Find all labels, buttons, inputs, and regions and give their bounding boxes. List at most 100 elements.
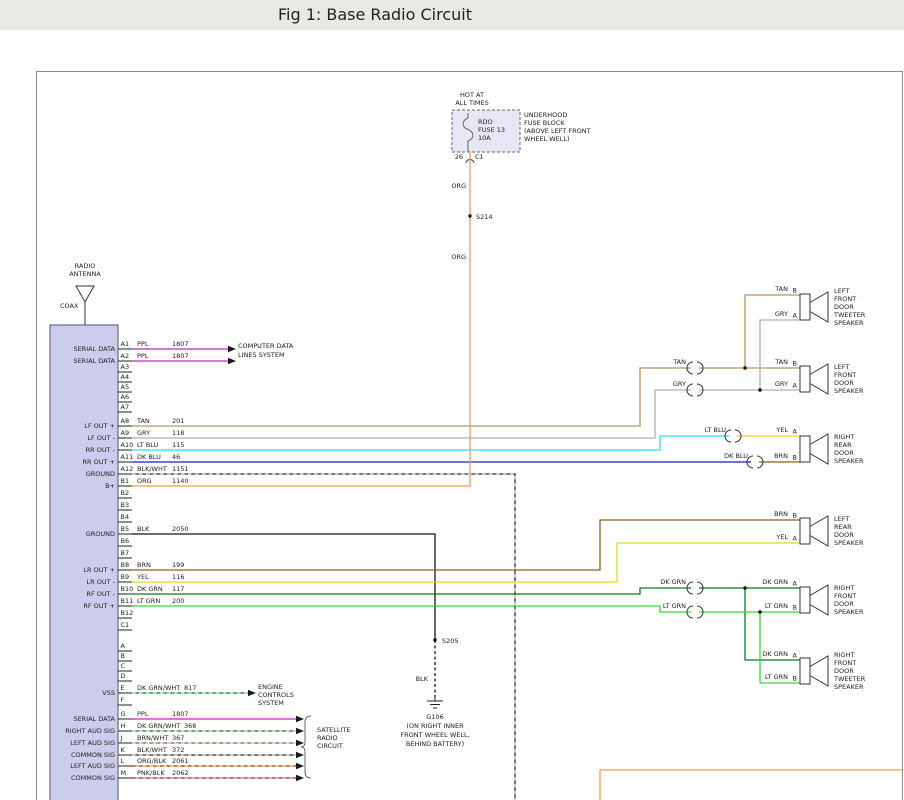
fuse-block-label: FUSE BLOCK bbox=[524, 119, 565, 127]
pin-id: H bbox=[121, 722, 126, 730]
pin-id: A1 bbox=[121, 340, 130, 348]
speaker-name: DOOR bbox=[834, 600, 854, 608]
pin-id: B3 bbox=[121, 501, 130, 509]
pin-id: A6 bbox=[121, 393, 130, 401]
pin-id: B4 bbox=[121, 513, 130, 521]
pin-id: A5 bbox=[121, 383, 130, 391]
wire-color-label: ORG bbox=[451, 182, 466, 190]
pin-function-label: LF OUT + bbox=[84, 422, 115, 430]
wire-color-label: BLK/WHT bbox=[137, 465, 167, 473]
speaker-name: DOOR bbox=[834, 531, 854, 539]
system-label: LINES SYSTEM bbox=[238, 351, 285, 359]
pin-id: B2 bbox=[121, 489, 130, 497]
fuse-label: RDO bbox=[478, 118, 493, 126]
junction-dot bbox=[743, 366, 746, 369]
speaker-name: LEFT bbox=[834, 287, 849, 295]
pin-id: A11 bbox=[121, 453, 134, 461]
system-label: COMPUTER DATA bbox=[238, 342, 294, 350]
ground-location: FRONT WHEEL WELL, bbox=[400, 731, 469, 739]
system-label: CIRCUIT bbox=[317, 742, 343, 750]
junction-dot bbox=[468, 214, 471, 217]
pin-function-label: VSS bbox=[102, 689, 115, 697]
pin-id: A10 bbox=[121, 441, 134, 449]
pin-id: A2 bbox=[121, 352, 130, 360]
wire-color-label: LT GRN bbox=[765, 602, 788, 610]
pin-id: B8 bbox=[121, 561, 130, 569]
pin-function-label: GROUND bbox=[86, 530, 115, 538]
speaker-name: LEFT bbox=[834, 515, 849, 523]
wire-circuit-label: 1807 bbox=[172, 352, 189, 360]
wire-color-label: ORG bbox=[451, 253, 466, 261]
wire-color-label: PPL bbox=[137, 352, 149, 360]
pin-id: B7 bbox=[121, 549, 130, 557]
speaker-name: FRONT bbox=[834, 371, 856, 379]
ground-name: G106 bbox=[426, 713, 443, 721]
pin-id: C1 bbox=[121, 621, 130, 629]
wire-color-label: DK GRN bbox=[762, 650, 788, 658]
pin-id: A12 bbox=[121, 465, 134, 473]
wire-circuit-label: 2050 bbox=[172, 525, 189, 533]
speaker-name: SPEAKER bbox=[834, 608, 864, 616]
speaker-name: FRONT bbox=[834, 295, 856, 303]
wire-color-label: ORG bbox=[137, 477, 152, 485]
speaker-terminal-label: B bbox=[793, 675, 797, 683]
system-label: RADIO bbox=[317, 734, 338, 742]
wire-circuit-label: 201 bbox=[172, 417, 184, 425]
antenna-label: RADIO bbox=[75, 262, 96, 270]
speaker-terminal-label: A bbox=[793, 382, 798, 390]
pin-id: M bbox=[121, 769, 127, 777]
wire-circuit-label: 1151 bbox=[172, 465, 189, 473]
pin-id: B11 bbox=[121, 597, 134, 605]
pin-id: B6 bbox=[121, 537, 130, 545]
fuse-label: FUSE 13 bbox=[478, 126, 505, 134]
wire-color-label: BLK bbox=[137, 525, 150, 533]
pin-id: K bbox=[121, 746, 126, 754]
wire-circuit-label: 372 bbox=[172, 746, 184, 754]
speaker-name: SPEAKER bbox=[834, 539, 864, 547]
wiring-diagram: HOT AT ALL TIMES RDO FUSE 13 10A UNDERHO… bbox=[0, 0, 904, 800]
speaker-name: SPEAKER bbox=[834, 387, 864, 395]
wire-color-label: BRN/WHT bbox=[137, 734, 168, 742]
wire-color-label: TAN bbox=[774, 285, 788, 293]
pin-id: A bbox=[121, 642, 126, 650]
wire-circuit-label: 368 bbox=[184, 722, 196, 730]
speaker-icon bbox=[800, 518, 810, 544]
wire-circuit-label: 117 bbox=[172, 585, 184, 593]
speaker-name: DOOR bbox=[834, 379, 854, 387]
speaker-name: REAR bbox=[834, 523, 852, 531]
antenna-label: ANTENNA bbox=[69, 270, 101, 278]
junction-dot bbox=[758, 388, 761, 391]
pin-function-label: LR OUT + bbox=[83, 566, 115, 574]
wire-color-label: GRY bbox=[137, 429, 150, 437]
speaker-name: FRONT bbox=[834, 659, 856, 667]
pin-function-label: RR OUT + bbox=[83, 458, 115, 466]
pin-id: A7 bbox=[121, 403, 130, 411]
system-label: SYSTEM bbox=[258, 699, 284, 707]
pin-id: J bbox=[120, 734, 123, 742]
hot-label: HOT AT bbox=[460, 91, 484, 99]
fuse-block-label: UNDERHOOD bbox=[524, 111, 567, 119]
speaker-terminal-label: B bbox=[793, 604, 797, 612]
speaker-name: LEFT bbox=[834, 363, 849, 371]
speaker-terminal-label: B bbox=[793, 360, 797, 368]
wire-color-label: TAN bbox=[774, 358, 788, 366]
wire-color-label: PPL bbox=[137, 340, 149, 348]
wire-color-label: YEL bbox=[775, 533, 788, 541]
wire-color-label: LT GRN bbox=[765, 673, 788, 681]
ground-location: (ON RIGHT INNER bbox=[406, 722, 464, 730]
system-label: SATELLITE bbox=[317, 726, 351, 734]
wire-circuit-label: 1807 bbox=[172, 340, 189, 348]
fuse-block-label: (ABOVE LEFT FRONT bbox=[524, 127, 591, 135]
pin-function-label: RF OUT + bbox=[83, 602, 115, 610]
speaker-name: TWEETER bbox=[833, 675, 866, 683]
wire-color-label: GRY bbox=[673, 380, 686, 388]
wire-color-label: GRY bbox=[775, 380, 788, 388]
wire-color-label: GRY bbox=[775, 310, 788, 318]
pin-function-label: GROUND bbox=[86, 470, 115, 478]
splice-label: S205 bbox=[442, 637, 459, 645]
wire-color-label: LT GRN bbox=[663, 602, 686, 610]
junction-dot bbox=[433, 638, 436, 641]
wire-circuit-label: 199 bbox=[172, 561, 184, 569]
pin-id: B5 bbox=[121, 525, 130, 533]
wire-color-label: TAN bbox=[136, 417, 150, 425]
